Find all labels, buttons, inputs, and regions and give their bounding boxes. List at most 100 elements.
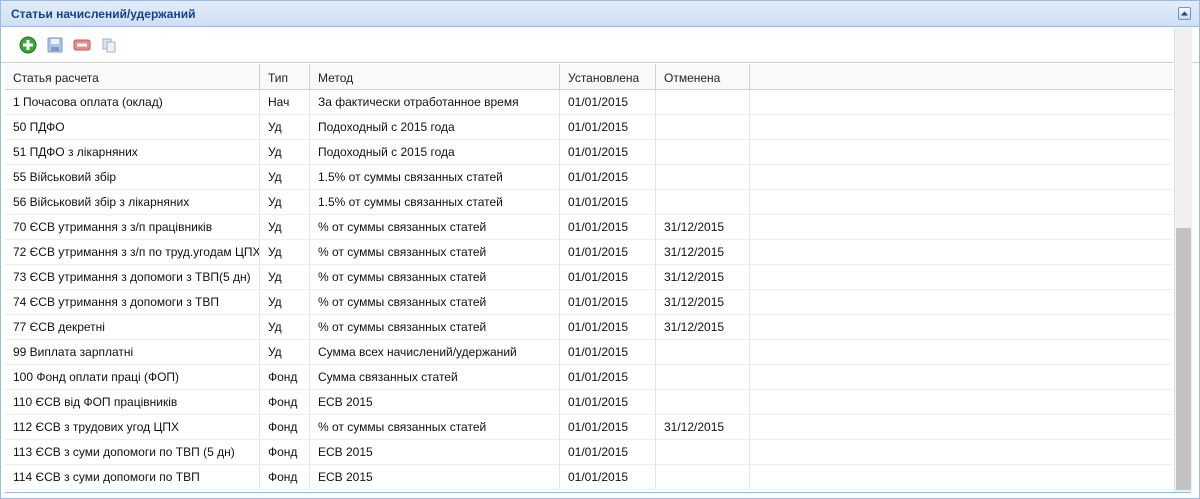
panel-title: Статьи начислений/удержаний [11, 6, 196, 21]
cell-type: Фонд [260, 390, 310, 414]
cell-cancelled [656, 390, 750, 414]
cell-type: Фонд [260, 465, 310, 489]
cell-established: 01/01/2015 [560, 140, 656, 164]
vertical-scrollbar[interactable] [1174, 28, 1192, 492]
cell-method: 1.5% от суммы связанных статей [310, 165, 560, 189]
cell-item: 72 ЄСВ утримання з з/п по труд.угодам ЦП… [5, 240, 260, 264]
grid-header: Статья расчета Тип Метод Установлена Отм… [5, 64, 1173, 90]
column-header-filler [750, 64, 1173, 89]
cell-method: % от суммы связанных статей [310, 290, 560, 314]
cell-cancelled [656, 365, 750, 389]
grid-bottom-border [5, 492, 1191, 493]
cell-cancelled: 31/12/2015 [656, 265, 750, 289]
cell-type: Уд [260, 315, 310, 339]
cell-cancelled [656, 165, 750, 189]
cell-type: Уд [260, 140, 310, 164]
cell-type: Уд [260, 115, 310, 139]
cell-cancelled: 31/12/2015 [656, 290, 750, 314]
table-row[interactable]: 112 ЄСВ з трудових угод ЦПХ Фонд% от сумм… [5, 415, 1173, 440]
collapse-icon [1181, 11, 1188, 16]
cell-cancelled: 31/12/2015 [656, 240, 750, 264]
column-header-item[interactable]: Статья расчета [5, 64, 260, 89]
column-header-cancelled[interactable]: Отменена [656, 64, 750, 89]
cell-cancelled [656, 140, 750, 164]
save-button[interactable] [44, 34, 66, 56]
cell-item: 110 ЄСВ від ФОП працівників [5, 390, 260, 414]
cell-method: % от суммы связанных статей [310, 415, 560, 439]
table-row[interactable]: 110 ЄСВ від ФОП працівників Фонд ЕСВ 2015 0… [5, 390, 1173, 415]
table-row[interactable]: 100 Фонд оплати праці (ФОП) Фонд Сумма свя… [5, 365, 1173, 390]
scrollbar-thumb[interactable] [1176, 228, 1191, 490]
cell-established: 01/01/2015 [560, 215, 656, 239]
cell-item: 77 ЄСВ декретні [5, 315, 260, 339]
column-header-method[interactable]: Метод [310, 64, 560, 89]
table-row[interactable]: 55 Військовий збір Уд 1.5% от суммы связан… [5, 165, 1173, 190]
cell-item: 51 ПДФО з лікарняних [5, 140, 260, 164]
cell-established: 01/01/2015 [560, 190, 656, 214]
cell-filler [750, 415, 1173, 439]
cell-established: 01/01/2015 [560, 240, 656, 264]
table-row[interactable]: 113 ЄСВ з суми допомоги по ТВП (5 дн) Фон… [5, 440, 1173, 465]
cell-type: Фонд [260, 415, 310, 439]
copy-icon [102, 38, 116, 52]
save-icon [47, 37, 63, 52]
cell-established: 01/01/2015 [560, 390, 656, 414]
cell-filler [750, 465, 1173, 489]
table-row[interactable]: 77 ЄСВ декретні Уд% от суммы связанных ст… [5, 315, 1173, 340]
cell-cancelled [656, 440, 750, 464]
table-row[interactable]: 73 ЄСВ утримання з допомоги з ТВП(5 дн) У… [5, 265, 1173, 290]
cell-type: Уд [260, 240, 310, 264]
cell-item: 112 ЄСВ з трудових угод ЦПХ [5, 415, 260, 439]
cell-cancelled: 31/12/2015 [656, 215, 750, 239]
table-row[interactable]: 56 Військовий збір з лікарняних Уд 1.5% от… [5, 190, 1173, 215]
cell-type: Уд [260, 215, 310, 239]
cell-filler [750, 315, 1173, 339]
table-row[interactable]: 70 ЄСВ утримання з з/п працівників Уд% от… [5, 215, 1173, 240]
cell-filler [750, 290, 1173, 314]
accruals-grid: Статья расчета Тип Метод Установлена Отм… [5, 64, 1173, 492]
table-row[interactable]: 72 ЄСВ утримання з з/п по труд.угодам ЦП… [5, 240, 1173, 265]
cell-type: Уд [260, 265, 310, 289]
cell-established: 01/01/2015 [560, 290, 656, 314]
cell-cancelled: 31/12/2015 [656, 415, 750, 439]
delete-button[interactable] [71, 34, 93, 56]
cell-filler [750, 115, 1173, 139]
table-row[interactable]: 99 Виплата зарплатні Уд Сумма всех начисле… [5, 340, 1173, 365]
accruals-panel: Статьи начислений/удержаний Статья расче… [0, 0, 1200, 499]
grid-body: 1 Почасова оплата (оклад) Нач За фактическ… [5, 90, 1173, 490]
cell-filler [750, 440, 1173, 464]
cell-item: 99 Виплата зарплатні [5, 340, 260, 364]
cell-item: 55 Військовий збір [5, 165, 260, 189]
table-row[interactable]: 50 ПДФО Уд Подоходный с 2015 года 01/01/201… [5, 115, 1173, 140]
cell-method: За фактически отработанное время [310, 90, 560, 114]
cell-established: 01/01/2015 [560, 415, 656, 439]
cell-cancelled: 31/12/2015 [656, 315, 750, 339]
table-row[interactable]: 114 ЄСВ з суми допомоги по ТВП Фонд ЕСВ 20… [5, 465, 1173, 490]
toolbar [1, 27, 1199, 63]
cell-item: 74 ЄСВ утримання з допомоги з ТВП [5, 290, 260, 314]
cell-method: ЕСВ 2015 [310, 390, 560, 414]
cell-established: 01/01/2015 [560, 315, 656, 339]
cell-item: 114 ЄСВ з суми допомоги по ТВП [5, 465, 260, 489]
copy-button[interactable] [98, 34, 120, 56]
collapse-button[interactable] [1178, 7, 1191, 20]
cell-filler [750, 90, 1173, 114]
table-row[interactable]: 1 Почасова оплата (оклад) Нач За фактическ… [5, 90, 1173, 115]
table-row[interactable]: 51 ПДФО з лікарняних Уд Подоходный с 2015 … [5, 140, 1173, 165]
cell-item: 56 Військовий збір з лікарняних [5, 190, 260, 214]
cell-filler [750, 140, 1173, 164]
cell-filler [750, 340, 1173, 364]
cell-type: Уд [260, 190, 310, 214]
table-row[interactable]: 74 ЄСВ утримання з допомоги з ТВП Уд% от … [5, 290, 1173, 315]
cell-item: 70 ЄСВ утримання з з/п працівників [5, 215, 260, 239]
cell-method: ЕСВ 2015 [310, 465, 560, 489]
delete-icon [73, 39, 91, 50]
column-header-type[interactable]: Тип [260, 64, 310, 89]
cell-item: 1 Почасова оплата (оклад) [5, 90, 260, 114]
cell-method: 1.5% от суммы связанных статей [310, 190, 560, 214]
cell-item: 113 ЄСВ з суми допомоги по ТВП (5 дн) [5, 440, 260, 464]
column-header-established[interactable]: Установлена [560, 64, 656, 89]
cell-type: Нач [260, 90, 310, 114]
add-button[interactable] [17, 34, 39, 56]
cell-established: 01/01/2015 [560, 465, 656, 489]
